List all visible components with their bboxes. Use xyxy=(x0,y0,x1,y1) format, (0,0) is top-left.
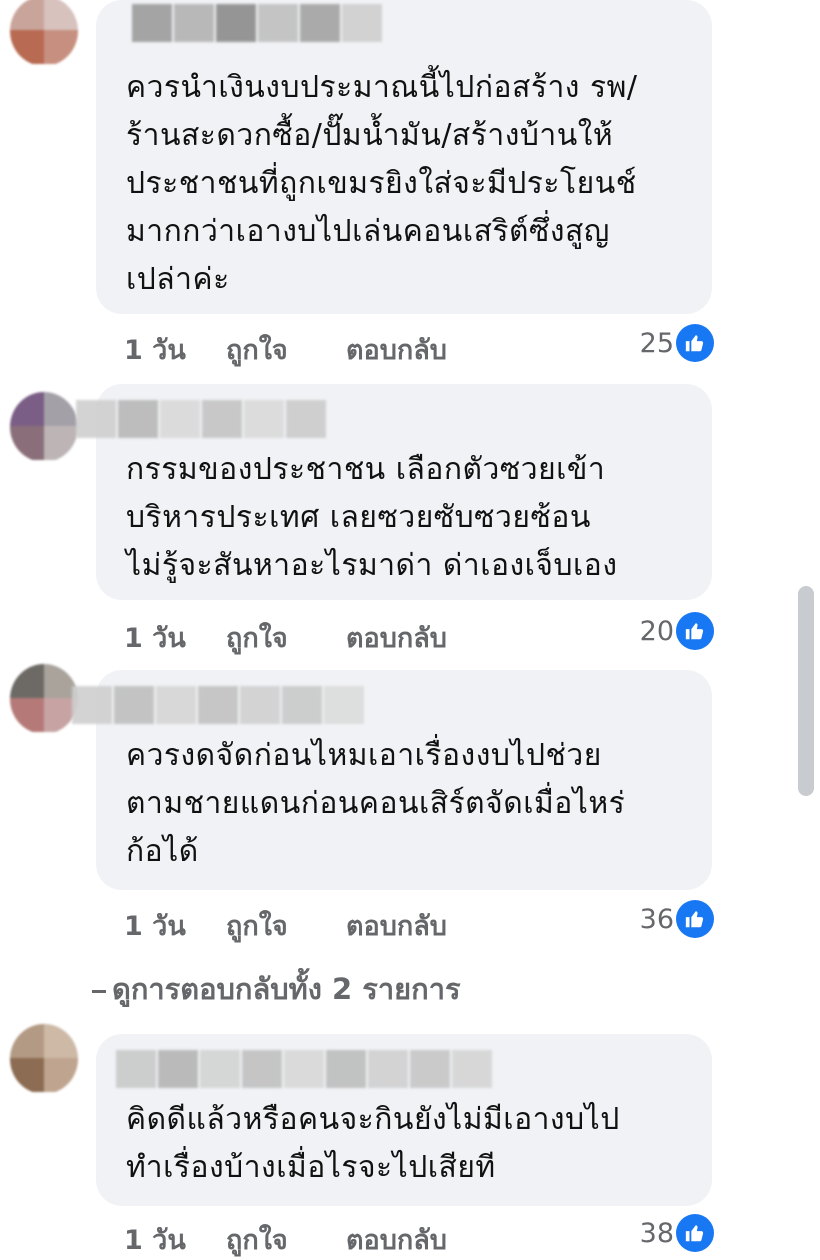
comment-actions: 1 วัน ถูกใจ ตอบกลับ 38 xyxy=(124,1214,724,1260)
comment-time[interactable]: 1 วัน xyxy=(124,1218,186,1260)
comment-text: คิดดีแล้วหรือคนจะกินยังไม่มีเอางบไป ทำเร… xyxy=(126,1102,620,1185)
scrollbar-thumb[interactable] xyxy=(798,586,814,796)
reaction-count[interactable]: 38 xyxy=(640,1212,714,1254)
avatar[interactable] xyxy=(10,1024,78,1094)
reply-button[interactable]: ตอบกลับ xyxy=(346,1218,447,1260)
commenter-name[interactable] xyxy=(116,1050,494,1088)
scrollbar[interactable] xyxy=(782,0,820,1260)
comment-bubble: คิดดีแล้วหรือคนจะกินยังไม่มีเอางบไป ทำเร… xyxy=(96,1034,712,1206)
comment: คิดดีแล้วหรือคนจะกินยังไม่มีเอางบไป ทำเร… xyxy=(0,0,760,1260)
like-button[interactable]: ถูกใจ xyxy=(226,1218,288,1260)
comments-page: ควรนำเงินงบประมาณนี้ไปก่อสร้าง รพ/ ร้านส… xyxy=(0,0,820,1260)
reaction-count-value: 38 xyxy=(639,1217,674,1249)
like-thumb-icon xyxy=(676,1214,714,1252)
